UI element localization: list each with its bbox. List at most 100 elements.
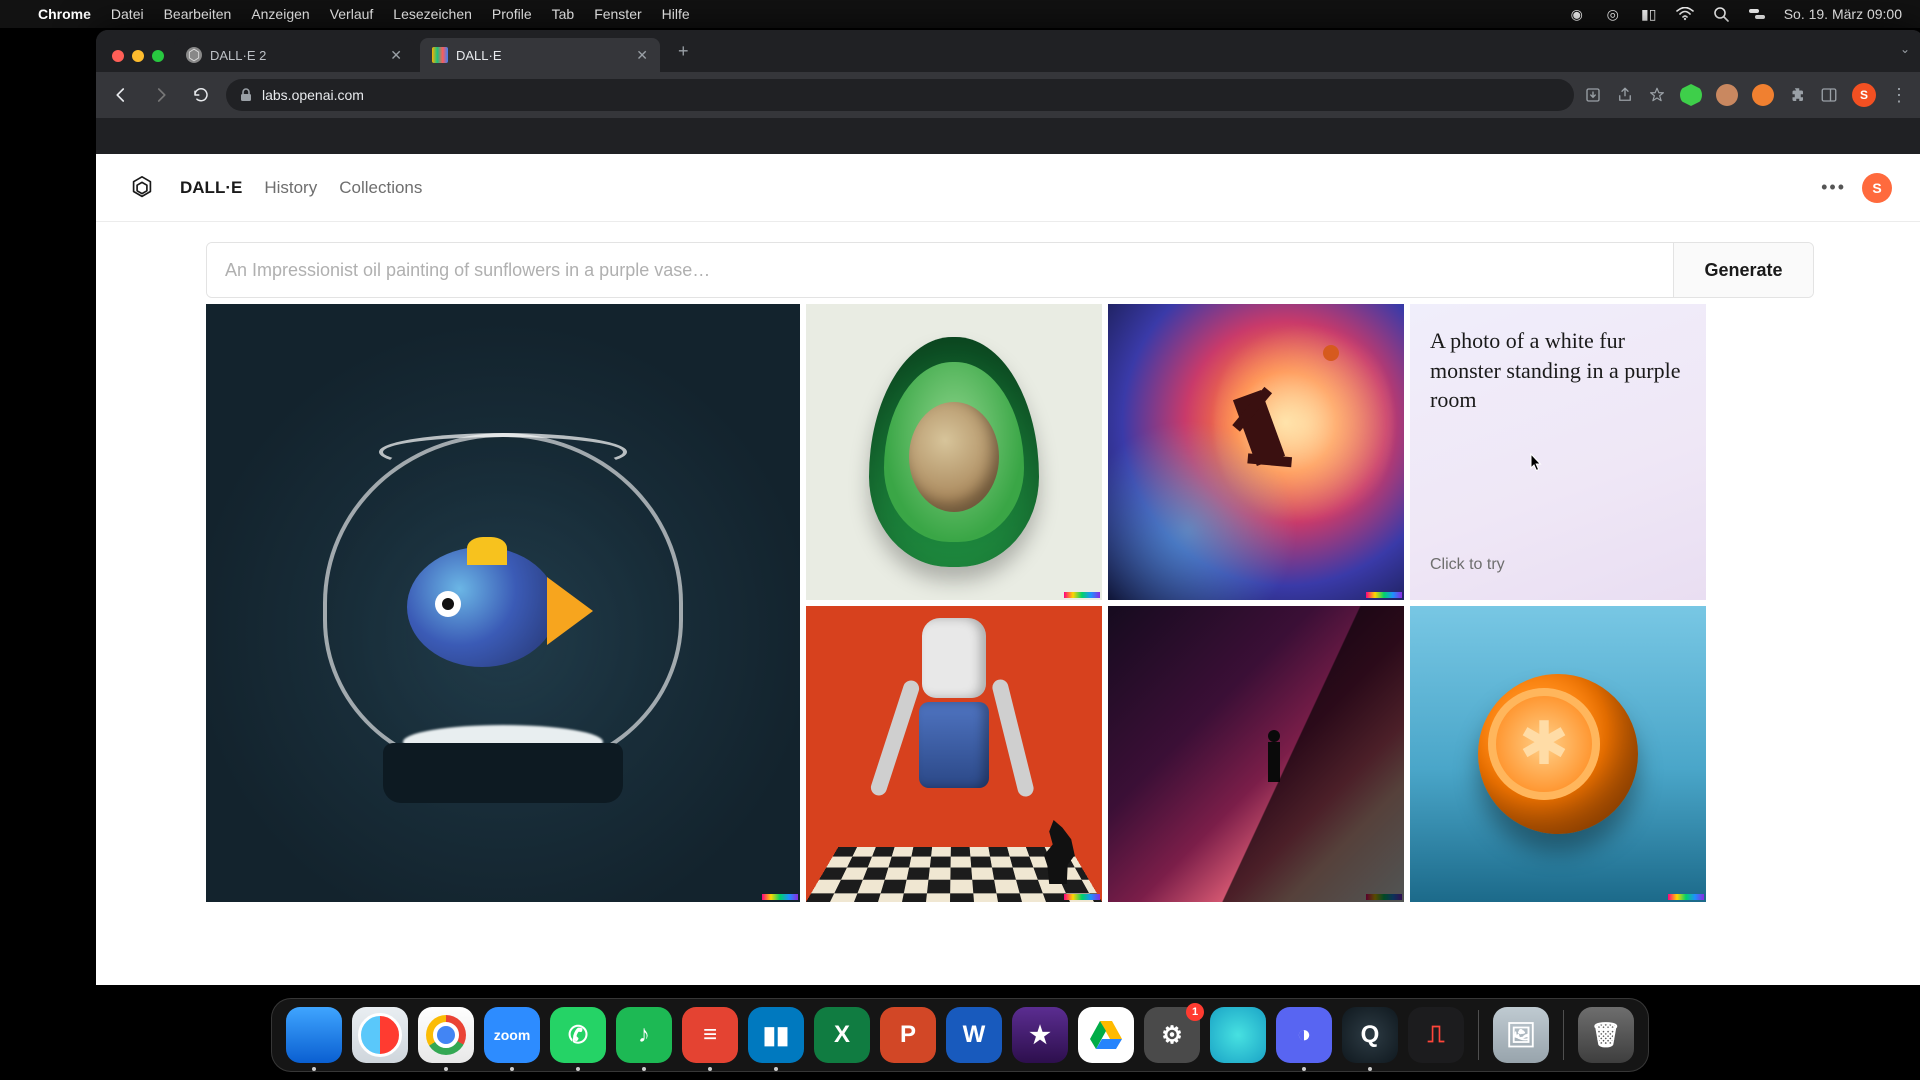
user-avatar[interactable]: S — [1862, 173, 1892, 203]
macos-dock: zoom ✆ ♪ ≡ ▮▮ X P W ★ ⚙1 ◑ Q ⎍ 🖼 🗑 — [271, 998, 1649, 1072]
close-tab-icon[interactable]: ✕ — [390, 47, 402, 64]
wifi-icon[interactable] — [1676, 5, 1694, 23]
gallery-tile-robot-chess[interactable] — [806, 606, 1102, 902]
dock-word[interactable]: W — [946, 1007, 1002, 1063]
example-gallery: A photo of a white fur monster standing … — [206, 304, 1814, 902]
tab-strip: DALL·E 2 ✕ DALL·E ✕ + — [96, 30, 1920, 72]
extension-icon[interactable] — [1716, 84, 1738, 106]
gallery-tile-fishbowl[interactable] — [206, 304, 800, 902]
chrome-window: ⌄ DALL·E 2 ✕ DALL·E ✕ + — [96, 30, 1920, 985]
generate-button[interactable]: Generate — [1673, 243, 1813, 297]
dock-app-circle[interactable] — [1210, 1007, 1266, 1063]
dock-trash[interactable]: 🗑 — [1578, 1007, 1634, 1063]
dalle-favicon-icon — [432, 47, 448, 63]
menubar-clock[interactable]: So. 19. März 09:00 — [1784, 6, 1902, 22]
share-icon[interactable] — [1616, 86, 1634, 104]
tab-title: DALL·E — [456, 48, 628, 63]
settings-badge: 1 — [1186, 1003, 1204, 1021]
dock-finder[interactable] — [286, 1007, 342, 1063]
dock-preview[interactable]: 🖼 — [1493, 1007, 1549, 1063]
dock-discord[interactable]: ◑ — [1276, 1007, 1332, 1063]
address-bar[interactable]: labs.openai.com — [226, 79, 1574, 111]
dock-drive[interactable] — [1078, 1007, 1134, 1063]
dock-voice-memos[interactable]: ⎍ — [1408, 1007, 1464, 1063]
dock-todoist[interactable]: ≡ — [682, 1007, 738, 1063]
dalle-app: DALL·E History Collections ••• S Generat — [96, 154, 1920, 985]
dock-safari[interactable] — [352, 1007, 408, 1063]
gallery-tile-desert-silhouette[interactable] — [1108, 606, 1404, 902]
dock-quicktime[interactable]: Q — [1342, 1007, 1398, 1063]
control-center-icon[interactable] — [1748, 5, 1766, 23]
dock-zoom[interactable]: zoom — [484, 1007, 540, 1063]
dock-whatsapp[interactable]: ✆ — [550, 1007, 606, 1063]
nav-dalle[interactable]: DALL·E — [180, 178, 242, 198]
gallery-tile-nebula-dunk[interactable] — [1108, 304, 1404, 600]
dalle-watermark-icon — [1366, 894, 1402, 900]
cursor-icon — [1528, 452, 1544, 474]
window-minimize-button[interactable] — [132, 50, 144, 62]
tab-title: DALL·E 2 — [210, 48, 382, 63]
more-menu-icon[interactable]: ••• — [1821, 177, 1846, 198]
battery-icon[interactable]: ▮▯ — [1640, 5, 1658, 23]
forward-button[interactable] — [146, 80, 176, 110]
menu-fenster[interactable]: Fenster — [594, 6, 641, 22]
dock-trello[interactable]: ▮▮ — [748, 1007, 804, 1063]
dock-spotify[interactable]: ♪ — [616, 1007, 672, 1063]
menu-verlauf[interactable]: Verlauf — [330, 6, 374, 22]
gallery-tile-avocado-chair[interactable] — [806, 304, 1102, 600]
dalle-watermark-icon — [1064, 894, 1100, 900]
sample-prompt-card[interactable]: A photo of a white fur monster standing … — [1410, 304, 1706, 600]
dock-excel[interactable]: X — [814, 1007, 870, 1063]
gallery-tile-orange[interactable] — [1410, 606, 1706, 902]
dalle-watermark-icon — [1064, 592, 1100, 598]
tab-overflow-icon[interactable]: ⌄ — [1900, 42, 1910, 56]
menu-hilfe[interactable]: Hilfe — [662, 6, 690, 22]
menu-anzeigen[interactable]: Anzeigen — [251, 6, 309, 22]
lock-icon — [240, 88, 252, 102]
openai-favicon-icon — [186, 47, 202, 63]
menu-lesezeichen[interactable]: Lesezeichen — [393, 6, 472, 22]
install-app-icon[interactable] — [1584, 86, 1602, 104]
dock-imovie[interactable]: ★ — [1012, 1007, 1068, 1063]
bookmark-icon[interactable] — [1648, 86, 1666, 104]
record-icon[interactable]: ◉ — [1568, 5, 1586, 23]
tab-dalle[interactable]: DALL·E ✕ — [420, 38, 660, 72]
prompt-input[interactable] — [207, 243, 1673, 297]
menu-datei[interactable]: Datei — [111, 6, 144, 22]
dock-chrome[interactable] — [418, 1007, 474, 1063]
menu-profile[interactable]: Profile — [492, 6, 532, 22]
url-text: labs.openai.com — [262, 87, 364, 103]
prompt-bar: Generate — [206, 242, 1814, 298]
adblock-extension-icon[interactable] — [1680, 84, 1702, 106]
dalle-watermark-icon — [1668, 894, 1704, 900]
dock-separator — [1478, 1010, 1479, 1060]
profile-avatar[interactable]: S — [1852, 83, 1876, 107]
app-menu[interactable]: Chrome — [38, 6, 91, 22]
window-close-button[interactable] — [112, 50, 124, 62]
nav-collections[interactable]: Collections — [339, 178, 422, 198]
dock-powerpoint[interactable]: P — [880, 1007, 936, 1063]
spotlight-icon[interactable] — [1712, 5, 1730, 23]
openai-logo-icon[interactable] — [128, 174, 156, 202]
sidepanel-icon[interactable] — [1820, 86, 1838, 104]
sample-prompt-text: A photo of a white fur monster standing … — [1430, 326, 1686, 415]
dalle-watermark-icon — [1366, 592, 1402, 598]
chrome-menu-icon[interactable]: ⋮ — [1890, 85, 1908, 106]
nav-history[interactable]: History — [264, 178, 317, 198]
browser-toolbar: labs.openai.com — [96, 72, 1920, 118]
extension-icon[interactable] — [1752, 84, 1774, 106]
menu-bearbeiten[interactable]: Bearbeiten — [164, 6, 232, 22]
extensions-icon[interactable] — [1788, 86, 1806, 104]
tab-dalle2[interactable]: DALL·E 2 ✕ — [174, 38, 414, 72]
dock-system-settings[interactable]: ⚙1 — [1144, 1007, 1200, 1063]
back-button[interactable] — [106, 80, 136, 110]
macos-menubar: Chrome Datei Bearbeiten Anzeigen Verlauf… — [0, 0, 1920, 28]
app-header: DALL·E History Collections ••• S — [96, 154, 1920, 222]
close-tab-icon[interactable]: ✕ — [636, 47, 648, 64]
new-tab-button[interactable]: + — [666, 41, 701, 72]
stop-icon[interactable]: ◎ — [1604, 5, 1622, 23]
window-zoom-button[interactable] — [152, 50, 164, 62]
reload-button[interactable] — [186, 80, 216, 110]
menu-tab[interactable]: Tab — [552, 6, 575, 22]
dock-separator — [1563, 1010, 1564, 1060]
